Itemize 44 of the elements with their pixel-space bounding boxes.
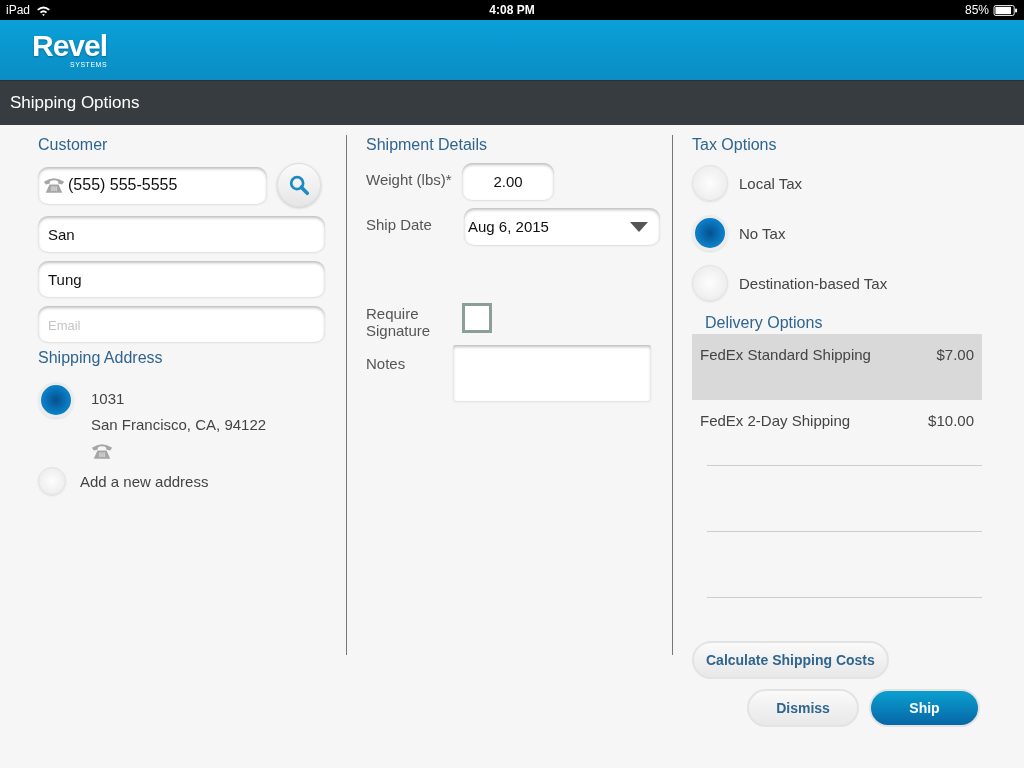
section-heading: Customer	[38, 135, 109, 155]
section-heading: Shipping Address	[38, 348, 164, 368]
option-label: Local Tax	[739, 174, 803, 192]
address-line: 1031	[91, 390, 125, 407]
section-heading: Tax Options	[692, 135, 778, 155]
radio-button[interactable]	[692, 215, 728, 251]
telephone-icon	[43, 175, 65, 195]
option-label: Add a new address	[80, 472, 209, 490]
section-heading: Shipment Details	[366, 135, 488, 155]
email-field[interactable]: Email	[38, 306, 325, 342]
radio-button[interactable]	[38, 467, 66, 495]
signature-checkbox[interactable]	[462, 303, 492, 333]
ship-button[interactable]: Ship	[869, 689, 980, 727]
option-label: Destination-based Tax	[739, 274, 888, 292]
radio-button[interactable]	[692, 265, 728, 301]
caret-icon	[630, 221, 648, 232]
telephone-icon	[91, 442, 113, 461]
logo-text: Revel	[32, 31, 108, 61]
last-name-field[interactable]: Tung	[38, 261, 325, 297]
weight-field[interactable]: 2.00	[462, 163, 554, 200]
wifi-icon	[36, 4, 52, 16]
delivery-option[interactable]: FedEx Standard Shipping $7.00	[692, 334, 982, 400]
battery-percent: 85%	[964, 3, 989, 17]
field-label: Weight (lbs)*	[366, 170, 453, 188]
device-name: iPad	[6, 3, 31, 17]
date-dropdown[interactable]: Aug 6, 2015	[464, 208, 660, 245]
option-label: No Tax	[739, 224, 786, 242]
notes-field[interactable]	[453, 345, 651, 401]
first-name-field[interactable]: San	[38, 216, 325, 252]
clock-time: 4:08 PM	[489, 3, 535, 17]
radio-button[interactable]	[692, 165, 728, 201]
page-title: Shipping Options	[10, 93, 140, 113]
address-line: San Francisco, CA, 94122	[91, 416, 267, 433]
field-label: Require Signature	[366, 305, 432, 339]
calculate-button[interactable]: Calculate Shipping Costs	[692, 641, 889, 679]
section-heading: Delivery Options	[705, 313, 824, 333]
search-icon	[288, 174, 310, 196]
phone-field[interactable]: (555) 555-5555	[38, 166, 267, 204]
search-button[interactable]	[277, 163, 321, 207]
field-label: Notes	[366, 355, 407, 372]
field-label: Ship Date	[366, 215, 433, 233]
dismiss-button[interactable]: Dismiss	[747, 689, 859, 727]
battery-icon	[993, 4, 1018, 16]
radio-button[interactable]	[38, 382, 74, 418]
